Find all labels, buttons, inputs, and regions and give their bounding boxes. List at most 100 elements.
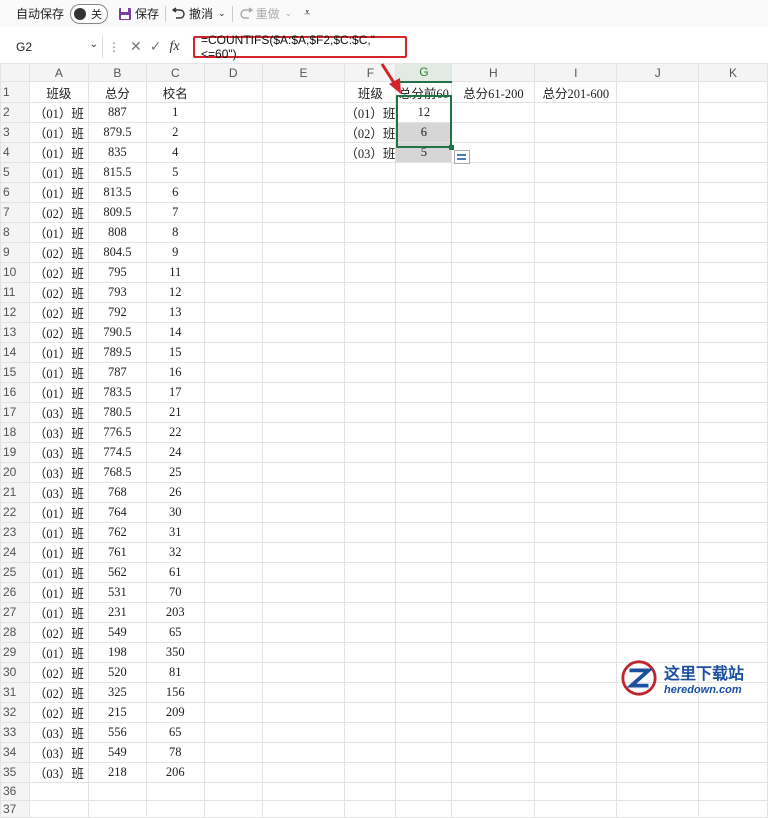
cell-h20[interactable] [451, 461, 536, 483]
cell-f31[interactable] [344, 681, 397, 703]
cell-g13[interactable] [395, 321, 453, 343]
cell-h22[interactable] [451, 501, 536, 523]
cell-i8[interactable] [534, 221, 618, 243]
cell-b13[interactable]: 790.5 [87, 321, 147, 343]
cell-j14[interactable] [616, 341, 700, 363]
insert-function-icon[interactable]: fx [169, 39, 179, 55]
cell-h27[interactable] [451, 601, 536, 623]
cell-h25[interactable] [451, 561, 536, 583]
quick-analysis-icon[interactable] [454, 150, 470, 164]
cell-j24[interactable] [616, 541, 700, 563]
cell-a7[interactable]: （02）班 [28, 201, 89, 223]
cell-k27[interactable] [698, 601, 768, 623]
column-header-g[interactable]: G [395, 62, 453, 83]
cell-g4[interactable]: 5 [395, 141, 453, 163]
cell-f27[interactable] [344, 601, 397, 623]
cell-g16[interactable] [395, 381, 453, 403]
cell-c25[interactable]: 61 [145, 561, 205, 583]
cell-f6[interactable] [344, 181, 397, 203]
cell-j15[interactable] [616, 361, 700, 383]
cell-k4[interactable] [698, 141, 768, 163]
cell-c35[interactable]: 206 [145, 761, 205, 783]
row-header[interactable]: 5 [0, 161, 30, 183]
cell-k28[interactable] [698, 621, 768, 643]
cell-d28[interactable] [203, 621, 263, 643]
cell-j10[interactable] [616, 261, 700, 283]
row-header[interactable]: 19 [0, 441, 30, 463]
cell-f7[interactable] [344, 201, 397, 223]
cell-f26[interactable] [344, 581, 397, 603]
cell-k35[interactable] [698, 761, 768, 783]
cell-e27[interactable] [261, 601, 346, 623]
cell-f33[interactable] [344, 721, 397, 743]
cell-g8[interactable] [395, 221, 453, 243]
cell-i27[interactable] [534, 601, 618, 623]
row-header[interactable]: 17 [0, 401, 30, 423]
cell-d1[interactable] [203, 81, 263, 103]
cell-j32[interactable] [616, 701, 700, 723]
cell-a26[interactable]: （01）班 [28, 581, 89, 603]
cell-b16[interactable]: 783.5 [87, 381, 147, 403]
cell-e23[interactable] [261, 521, 346, 543]
row-header[interactable]: 21 [0, 481, 30, 503]
cell-d10[interactable] [203, 261, 263, 283]
row-header[interactable]: 27 [0, 601, 30, 623]
cell-f14[interactable] [344, 341, 397, 363]
cell-h1[interactable]: 总分61-200 [451, 81, 536, 103]
cell-b22[interactable]: 764 [87, 501, 147, 523]
cell-b28[interactable]: 549 [87, 621, 147, 643]
cell-d35[interactable] [203, 761, 263, 783]
cell-c3[interactable]: 2 [145, 121, 205, 143]
cell-e2[interactable] [261, 101, 346, 123]
cell-f20[interactable] [344, 461, 397, 483]
cell-j5[interactable] [616, 161, 700, 183]
cell-k16[interactable] [698, 381, 768, 403]
cell-d27[interactable] [203, 601, 263, 623]
column-header-i[interactable]: I [534, 62, 618, 83]
cell-i28[interactable] [534, 621, 618, 643]
cell-j23[interactable] [616, 521, 700, 543]
cell-e22[interactable] [261, 501, 346, 523]
cell-e10[interactable] [261, 261, 346, 283]
cell-d18[interactable] [203, 421, 263, 443]
cell-d37[interactable] [203, 799, 263, 818]
row-header[interactable]: 6 [0, 181, 30, 203]
cell-i17[interactable] [534, 401, 618, 423]
cell-c28[interactable]: 65 [145, 621, 205, 643]
cell-h18[interactable] [451, 421, 536, 443]
cell-b11[interactable]: 793 [87, 281, 147, 303]
cell-f22[interactable] [344, 501, 397, 523]
cell-g18[interactable] [395, 421, 453, 443]
cell-a22[interactable]: （01）班 [28, 501, 89, 523]
autosave-toggle[interactable]: 关 [70, 3, 109, 24]
cell-c27[interactable]: 203 [145, 601, 205, 623]
cell-c32[interactable]: 209 [145, 701, 205, 723]
cell-c7[interactable]: 7 [145, 201, 205, 223]
row-header[interactable]: 11 [0, 281, 30, 303]
cell-c16[interactable]: 17 [145, 381, 205, 403]
cell-d29[interactable] [203, 641, 263, 663]
cell-a36[interactable] [28, 781, 89, 801]
cell-j3[interactable] [616, 121, 700, 143]
cell-i14[interactable] [534, 341, 618, 363]
cell-d20[interactable] [203, 461, 263, 483]
cell-i7[interactable] [534, 201, 618, 223]
cell-a25[interactable]: （01）班 [28, 561, 89, 583]
cell-i23[interactable] [534, 521, 618, 543]
cell-e5[interactable] [261, 161, 346, 183]
cell-e3[interactable] [261, 121, 346, 143]
row-header[interactable]: 24 [0, 541, 30, 563]
cell-e35[interactable] [261, 761, 346, 783]
cell-b26[interactable]: 531 [87, 581, 147, 603]
chevron-down-icon[interactable]: ⌄ [90, 39, 98, 50]
cell-c20[interactable]: 25 [145, 461, 205, 483]
cell-b20[interactable]: 768.5 [87, 461, 147, 483]
row-header[interactable]: 37 [0, 799, 30, 818]
cell-g23[interactable] [395, 521, 453, 543]
cell-j6[interactable] [616, 181, 700, 203]
cell-f4[interactable]: （03）班 [344, 141, 397, 163]
cell-f2[interactable]: （01）班 [344, 101, 397, 123]
cell-c14[interactable]: 15 [145, 341, 205, 363]
cell-i26[interactable] [534, 581, 618, 603]
cell-a2[interactable]: （01）班 [28, 101, 89, 123]
